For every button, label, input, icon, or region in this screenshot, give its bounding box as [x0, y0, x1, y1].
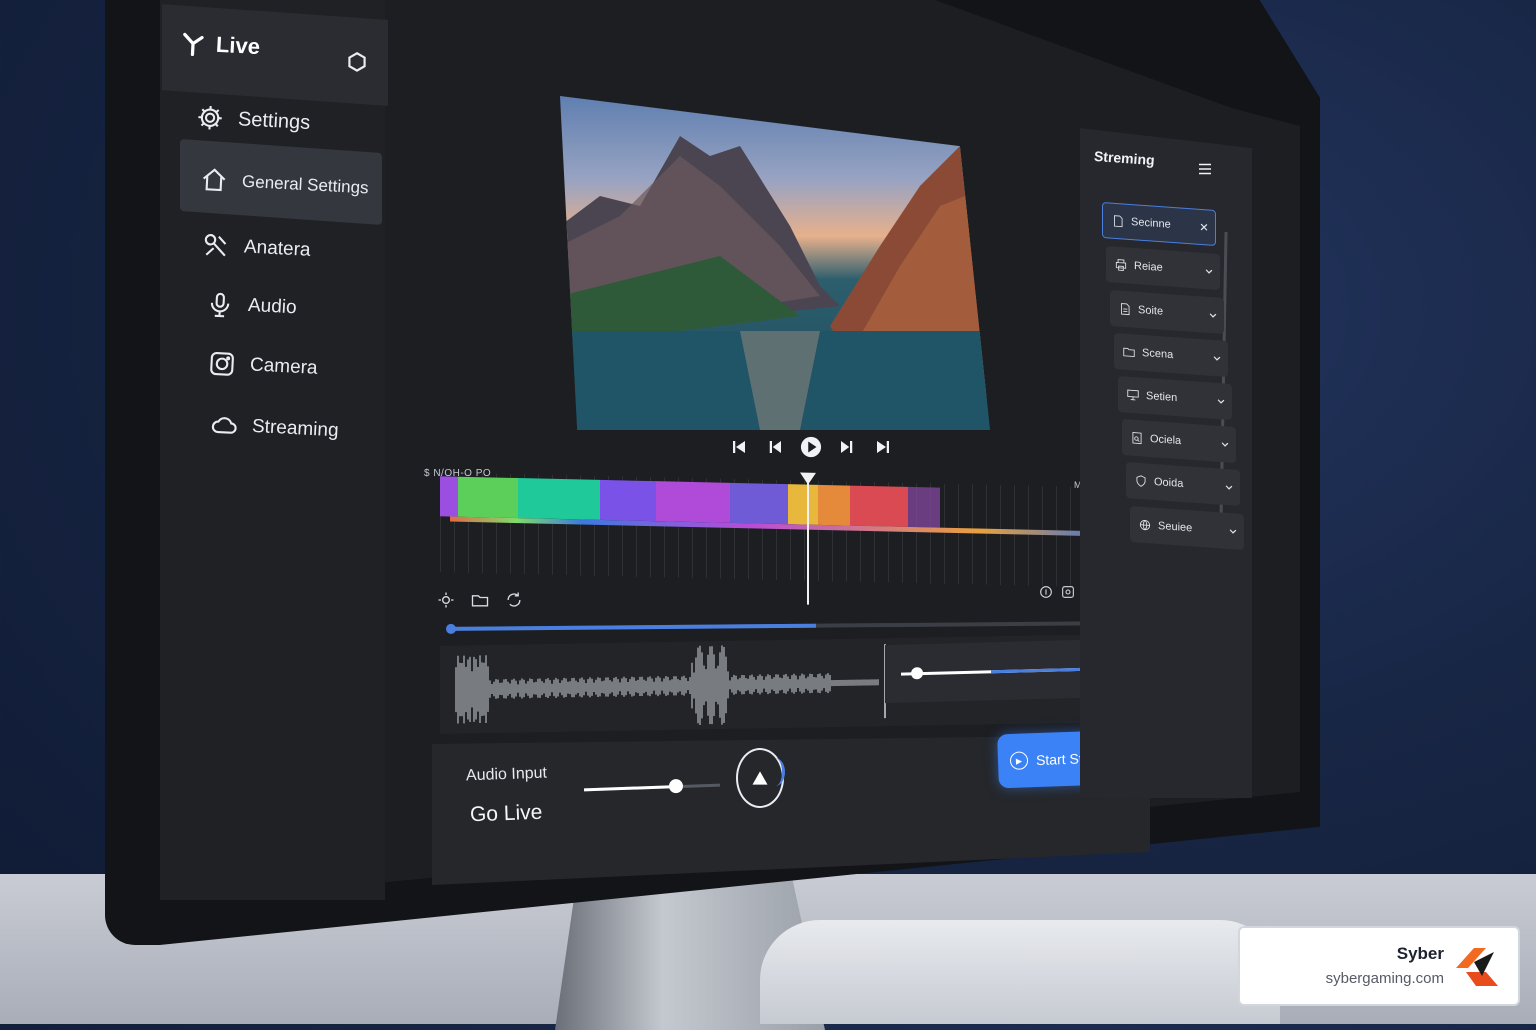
- skip-to-end-button[interactable]: [872, 436, 894, 458]
- sidebar-item-settings[interactable]: Settings: [195, 103, 311, 137]
- panel-item-label: Ooida: [1154, 475, 1184, 491]
- chevron-down-icon: [1221, 442, 1229, 447]
- gain-slider-start-handle[interactable]: [911, 667, 923, 680]
- panel-item-label: Scena: [1142, 346, 1174, 362]
- timeline-clip[interactable]: [458, 476, 518, 519]
- broadcast-icon: [183, 32, 204, 57]
- previous-button[interactable]: [764, 436, 786, 458]
- landscape-image: [560, 136, 990, 430]
- panel-item-label: Setien: [1146, 389, 1178, 405]
- shield-icon: [1136, 475, 1146, 487]
- video-preview: [560, 96, 990, 430]
- go-live-button[interactable]: [736, 748, 785, 808]
- skip-to-start-button[interactable]: [728, 436, 750, 458]
- waveform-path: [455, 645, 879, 726]
- panel-item-label: Soite: [1138, 303, 1164, 318]
- snapshot-icon[interactable]: [1060, 584, 1076, 600]
- panel-item-label: Seuiee: [1158, 519, 1193, 535]
- previous-icon: [769, 441, 781, 453]
- sidebar-item-label: Anatera: [243, 236, 312, 261]
- play-button[interactable]: [800, 436, 822, 458]
- panel-item-label: Ociela: [1150, 432, 1182, 448]
- timeline-clip[interactable]: [656, 481, 730, 523]
- gear-icon: [198, 106, 222, 130]
- monitor-stand-base: [760, 920, 1280, 1024]
- timeline-clip[interactable]: [908, 486, 940, 528]
- monitor-icon: [1127, 389, 1139, 401]
- hamburger-menu-icon: [1199, 163, 1211, 175]
- document-icon: [1121, 303, 1130, 316]
- stream-icon: ▶: [1009, 751, 1029, 770]
- close-icon[interactable]: [1199, 222, 1209, 233]
- audio-waveform: [455, 644, 886, 726]
- panel-item-label: Reiae: [1134, 259, 1163, 274]
- sidebar-item-label: General Settings: [241, 171, 370, 198]
- scrub-handle[interactable]: [445, 623, 457, 634]
- folder-icon[interactable]: [470, 590, 490, 610]
- playhead-handle[interactable]: [800, 472, 817, 485]
- panel-menu-button[interactable]: [1196, 160, 1214, 178]
- sync-icon[interactable]: [504, 590, 524, 610]
- timeline-clip[interactable]: [850, 485, 908, 527]
- sidebar-item-label: Camera: [249, 354, 319, 379]
- watermark-url: sybergaming.com: [1325, 970, 1444, 987]
- chevron-down-icon: [1209, 313, 1217, 318]
- search-doc-icon: [1132, 432, 1142, 445]
- timeline-clip[interactable]: [788, 484, 818, 525]
- brand-logo[interactable]: Live: [179, 30, 261, 60]
- sidebar-item-label: Settings: [237, 107, 311, 134]
- brand-name: Live: [215, 31, 261, 60]
- chevron-down-icon: [1217, 399, 1225, 404]
- camera-icon: [210, 352, 234, 376]
- go-live-label: Go Live: [469, 800, 543, 827]
- settings-tool-icon[interactable]: [436, 590, 456, 610]
- file-icon: [1114, 215, 1123, 228]
- chevron-down-icon: [1205, 269, 1213, 274]
- watermark-name: Syber: [1396, 944, 1444, 963]
- chevron-down-icon: [1213, 356, 1221, 361]
- timeline-clip[interactable]: [600, 479, 656, 522]
- timeline-clip[interactable]: [440, 476, 458, 517]
- syber-logo-icon: [1456, 948, 1498, 986]
- timeline-clip[interactable]: [518, 478, 600, 520]
- refresh-icon[interactable]: [344, 50, 370, 76]
- sidebar-item-anatera[interactable]: Anatera: [201, 231, 311, 265]
- next-icon: [841, 441, 853, 453]
- sidebar-item-camera[interactable]: Camera: [207, 349, 318, 383]
- home-icon: [203, 168, 226, 192]
- playhead[interactable]: [807, 474, 810, 605]
- sidebar-item-audio[interactable]: Audio: [205, 290, 297, 323]
- timeline-clip[interactable]: [818, 484, 850, 526]
- skip-start-icon: [733, 441, 745, 453]
- panel-item-label: Secinne: [1131, 216, 1171, 231]
- folder-icon: [1123, 347, 1135, 357]
- skip-end-icon: [877, 441, 889, 453]
- info-icon[interactable]: [1038, 584, 1054, 600]
- timeline-clip[interactable]: [730, 482, 788, 525]
- timeline-tools-left: [436, 590, 524, 610]
- watermark-badge: Syber sybergaming.com: [1238, 926, 1520, 1006]
- chevron-down-icon: [1225, 485, 1233, 490]
- printer-icon: [1115, 259, 1127, 271]
- play-icon: [800, 436, 822, 458]
- timeline[interactable]: [440, 472, 1120, 617]
- microphone-icon: [210, 292, 230, 318]
- tools-icon: [204, 234, 227, 257]
- audio-input-label: Audio Input: [465, 764, 548, 785]
- playback-controls: [728, 436, 894, 458]
- gain-slider[interactable]: [901, 662, 1108, 680]
- cloud-icon: [211, 417, 237, 434]
- sidebar-item-label: Audio: [247, 294, 298, 319]
- up-arrow-icon: [752, 771, 768, 785]
- next-button[interactable]: [836, 436, 858, 458]
- globe-icon: [1139, 519, 1151, 531]
- chevron-down-icon: [1229, 529, 1237, 534]
- sidebar-item-label: Streaming: [251, 415, 340, 442]
